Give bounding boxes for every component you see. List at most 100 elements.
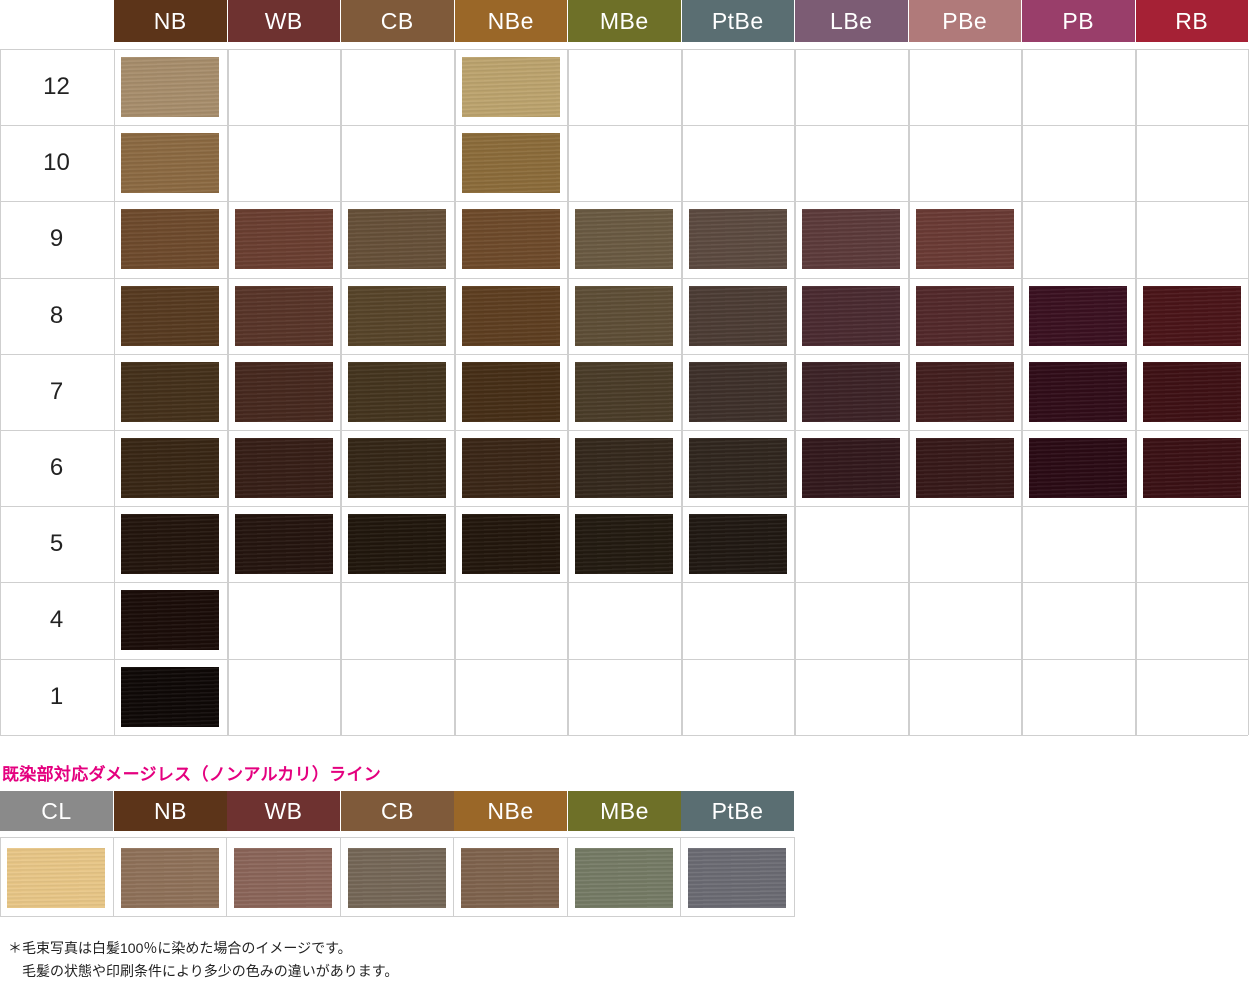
line-grid-vline xyxy=(567,837,568,917)
grid-hline xyxy=(0,659,1248,660)
level-label: 9 xyxy=(49,225,64,252)
line-header-wb: WB xyxy=(227,791,340,831)
swatch-mbe-8 xyxy=(575,286,673,346)
grid-vline xyxy=(567,49,568,735)
swatch-rb-7 xyxy=(1143,362,1241,422)
line-grid-hline xyxy=(0,837,794,838)
swatch-nbe-8 xyxy=(462,286,560,346)
swatch-nbe-12 xyxy=(462,57,560,117)
column-header-pbe: PBe xyxy=(908,0,1021,42)
grid-vline xyxy=(1135,49,1136,735)
grid-hline xyxy=(0,582,1248,583)
swatch-pbe-8 xyxy=(916,286,1014,346)
line-grid-vline xyxy=(794,837,795,917)
line-header-nb: NB xyxy=(114,791,227,831)
line-grid-hline xyxy=(0,916,794,917)
swatch-rb-6 xyxy=(1143,438,1241,498)
line-header-cb: CB xyxy=(341,791,454,831)
grid-vline xyxy=(681,49,682,735)
level-label: 7 xyxy=(49,378,64,405)
note-line-2: 毛髪の状態や印刷条件により多少の色みの違いがあります。 xyxy=(8,963,399,979)
level-label: 12 xyxy=(43,73,70,100)
line-grid-vline xyxy=(340,837,341,917)
grid-hline xyxy=(0,278,1248,279)
level-label: 8 xyxy=(49,302,64,329)
note-line-1: ＊毛束写真は白髪100％に染めた場合のイメージです。 xyxy=(8,940,352,956)
grid-vline xyxy=(568,49,569,735)
line-grid-vline xyxy=(453,837,454,917)
line-grid-vline xyxy=(113,837,114,917)
level-label: 1 xyxy=(49,683,64,710)
swatch-nb-6 xyxy=(121,438,219,498)
level-label: 5 xyxy=(49,530,64,557)
swatch-nb-7 xyxy=(121,362,219,422)
swatch-cb-6 xyxy=(348,438,446,498)
swatch-mbe-6 xyxy=(575,438,673,498)
line-header-cl: CL xyxy=(0,791,113,831)
grid-vline xyxy=(795,49,796,735)
line-swatch-wb xyxy=(234,848,332,908)
line-grid-vline xyxy=(680,837,681,917)
line-swatch-mbe xyxy=(575,848,673,908)
swatch-ptbe-9 xyxy=(689,209,787,269)
swatch-nbe-10 xyxy=(462,133,560,193)
swatch-mbe-7 xyxy=(575,362,673,422)
line-grid-vline xyxy=(226,837,227,917)
column-header-nb: NB xyxy=(114,0,227,42)
swatch-cb-8 xyxy=(348,286,446,346)
grid-hline xyxy=(0,430,1248,431)
line-swatch-cl xyxy=(7,848,105,908)
swatch-pbe-6 xyxy=(916,438,1014,498)
swatch-wb-6 xyxy=(235,438,333,498)
line-swatch-ptbe xyxy=(688,848,786,908)
grid-vline xyxy=(794,49,795,735)
column-header-rb: RB xyxy=(1135,0,1248,42)
swatch-lbe-9 xyxy=(802,209,900,269)
swatch-lbe-8 xyxy=(802,286,900,346)
swatch-ptbe-7 xyxy=(689,362,787,422)
line-header-mbe: MBe xyxy=(568,791,681,831)
swatch-nb-9 xyxy=(121,209,219,269)
damageless-line-title: 既染部対応ダメージレス（ノンアルカリ）ライン xyxy=(2,765,382,784)
line-header-nbe: NBe xyxy=(454,791,567,831)
grid-vline xyxy=(1021,49,1022,735)
swatch-pb-8 xyxy=(1029,286,1127,346)
swatch-nbe-7 xyxy=(462,362,560,422)
grid-vline xyxy=(454,49,455,735)
grid-hline xyxy=(0,354,1248,355)
column-header-ptbe: PtBe xyxy=(681,0,794,42)
swatch-lbe-7 xyxy=(802,362,900,422)
swatch-ptbe-6 xyxy=(689,438,787,498)
grid-vline xyxy=(340,49,341,735)
grid-vline xyxy=(227,49,228,735)
swatch-mbe-9 xyxy=(575,209,673,269)
grid-hline xyxy=(0,735,1248,736)
column-header-mbe: MBe xyxy=(568,0,681,42)
swatch-lbe-6 xyxy=(802,438,900,498)
swatch-nb-12 xyxy=(121,57,219,117)
line-swatch-nb xyxy=(121,848,219,908)
grid-hline xyxy=(0,125,1248,126)
swatch-nbe-9 xyxy=(462,209,560,269)
column-header-cb: CB xyxy=(341,0,454,42)
swatch-cb-5 xyxy=(348,514,446,574)
swatch-wb-9 xyxy=(235,209,333,269)
swatch-nb-10 xyxy=(121,133,219,193)
swatch-rb-8 xyxy=(1143,286,1241,346)
grid-vline xyxy=(1022,49,1023,735)
swatch-nbe-5 xyxy=(462,514,560,574)
column-header-wb: WB xyxy=(227,0,340,42)
grid-vline xyxy=(908,49,909,735)
swatch-pb-6 xyxy=(1029,438,1127,498)
line-grid-vline xyxy=(0,837,1,917)
swatch-pbe-9 xyxy=(916,209,1014,269)
line-swatch-cb xyxy=(348,848,446,908)
swatch-nb-1 xyxy=(121,667,219,727)
line-swatch-nbe xyxy=(461,848,559,908)
swatch-pb-7 xyxy=(1029,362,1127,422)
swatch-wb-8 xyxy=(235,286,333,346)
line-header-ptbe: PtBe xyxy=(681,791,794,831)
swatch-nb-4 xyxy=(121,590,219,650)
grid-hline xyxy=(0,201,1248,202)
swatch-nbe-6 xyxy=(462,438,560,498)
